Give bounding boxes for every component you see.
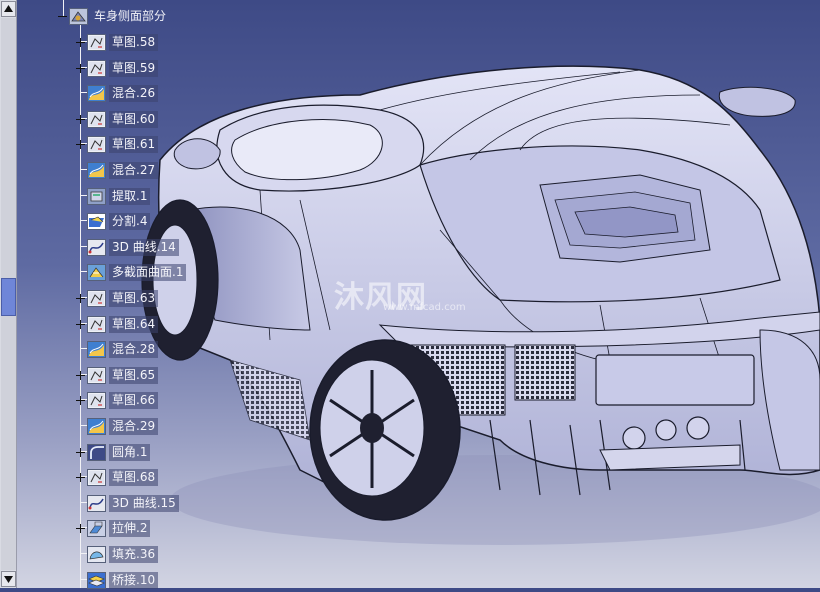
tree-node-root[interactable]: 车身侧面部分 (58, 6, 169, 26)
tree-node[interactable]: 混合.27 (87, 160, 159, 180)
tree-node[interactable]: 草图.61 (76, 134, 159, 154)
tree-node[interactable]: 3D 曲线.15 (87, 493, 179, 513)
expand-toggle-icon[interactable] (76, 63, 85, 73)
tree-node-label: 草图.58 (109, 33, 159, 51)
tree-node-label: 提取.1 (109, 187, 151, 205)
tree-node[interactable]: 草图.59 (76, 58, 159, 78)
sketch-icon (87, 468, 106, 486)
expand-toggle-icon[interactable] (76, 37, 85, 47)
expand-toggle-icon[interactable] (76, 370, 85, 380)
fillet-icon (87, 443, 106, 461)
fill-surface-icon (87, 545, 106, 563)
split-icon (87, 212, 106, 230)
tree-node-label: 填充.36 (109, 545, 159, 563)
tree-node-label: 3D 曲线.14 (109, 238, 179, 256)
sketch-icon (87, 289, 106, 307)
tree-node-label: 草图.60 (109, 110, 159, 128)
sketch-icon (87, 33, 106, 51)
tree-node-label: 分割.4 (109, 212, 151, 230)
3d-curve-icon (87, 238, 106, 256)
tree-node[interactable]: 多截面曲面.1 (87, 262, 187, 282)
tree-node[interactable]: 3D 曲线.14 (87, 237, 179, 257)
sketch-icon (87, 366, 106, 384)
tree-node[interactable]: 圆角.1 (76, 442, 151, 462)
expand-toggle-icon[interactable] (76, 139, 85, 149)
tree-node[interactable]: 拉伸.2 (76, 518, 151, 538)
tree-node[interactable]: 草图.64 (76, 314, 159, 334)
tree-node-label: 草图.63 (109, 289, 159, 307)
expand-toggle-icon[interactable] (76, 319, 85, 329)
tree-node[interactable]: 填充.36 (87, 544, 159, 564)
tree-node[interactable]: 草图.63 (76, 288, 159, 308)
tree-node-label: 混合.27 (109, 161, 159, 179)
tree-node-label: 草图.65 (109, 366, 159, 384)
sketch-icon (87, 391, 106, 409)
tree-node-label: 拉伸.2 (109, 519, 151, 537)
blend-surface-icon (87, 340, 106, 358)
tree-node-label: 混合.29 (109, 417, 159, 435)
tree-node[interactable]: 草图.60 (76, 109, 159, 129)
blend-surface-icon (87, 84, 106, 102)
tree-node-label: 草图.61 (109, 135, 159, 153)
tree-node-label: 桥接.10 (109, 571, 159, 589)
multi-section-surface-icon (87, 263, 106, 281)
tree-node-label: 草图.64 (109, 315, 159, 333)
tree-node-label: 3D 曲线.15 (109, 494, 179, 512)
expand-toggle-icon[interactable] (76, 114, 85, 124)
tree-node-label: 圆角.1 (109, 443, 151, 461)
3d-curve-icon (87, 494, 106, 512)
tree-node[interactable]: 混合.29 (87, 416, 159, 436)
tree-node-label: 车身侧面部分 (94, 8, 167, 23)
expand-toggle-icon[interactable] (76, 523, 85, 533)
tree-node[interactable]: 草图.66 (76, 390, 159, 410)
expand-toggle-icon[interactable] (76, 293, 85, 303)
sketch-icon (87, 110, 106, 128)
sketch-icon (87, 315, 106, 333)
specification-tree: 车身侧面部分 草图.58 草图.59 混合.26 草图.60 草图.61 混合.27 提取.… (0, 0, 820, 590)
tree-node[interactable]: 混合.26 (87, 83, 159, 103)
collapse-toggle-icon[interactable] (58, 12, 67, 21)
tree-node[interactable]: 提取.1 (87, 186, 151, 206)
tree-node-label: 草图.66 (109, 391, 159, 409)
expand-toggle-icon[interactable] (76, 472, 85, 482)
tree-node[interactable]: 草图.58 (76, 32, 159, 52)
blend-surface-icon (87, 161, 106, 179)
expand-toggle-icon[interactable] (76, 395, 85, 405)
tree-node-label: 混合.28 (109, 340, 159, 358)
extract-icon (87, 187, 106, 205)
tree-node[interactable]: 分割.4 (87, 211, 151, 231)
extrude-icon (87, 519, 106, 537)
tree-node-label: 草图.59 (109, 59, 159, 77)
part-body-icon (69, 7, 88, 25)
bridge-surface-icon (87, 571, 106, 589)
sketch-icon (87, 59, 106, 77)
tree-node[interactable]: 草图.65 (76, 365, 159, 385)
expand-toggle-icon[interactable] (76, 447, 85, 457)
tree-node[interactable]: 混合.28 (87, 339, 159, 359)
sketch-icon (87, 135, 106, 153)
tree-node-label: 混合.26 (109, 84, 159, 102)
tree-node-label: 多截面曲面.1 (109, 263, 187, 281)
blend-surface-icon (87, 417, 106, 435)
tree-node[interactable]: 草图.68 (76, 467, 159, 487)
tree-node-label: 草图.68 (109, 468, 159, 486)
tree-node[interactable]: 桥接.10 (87, 570, 159, 590)
